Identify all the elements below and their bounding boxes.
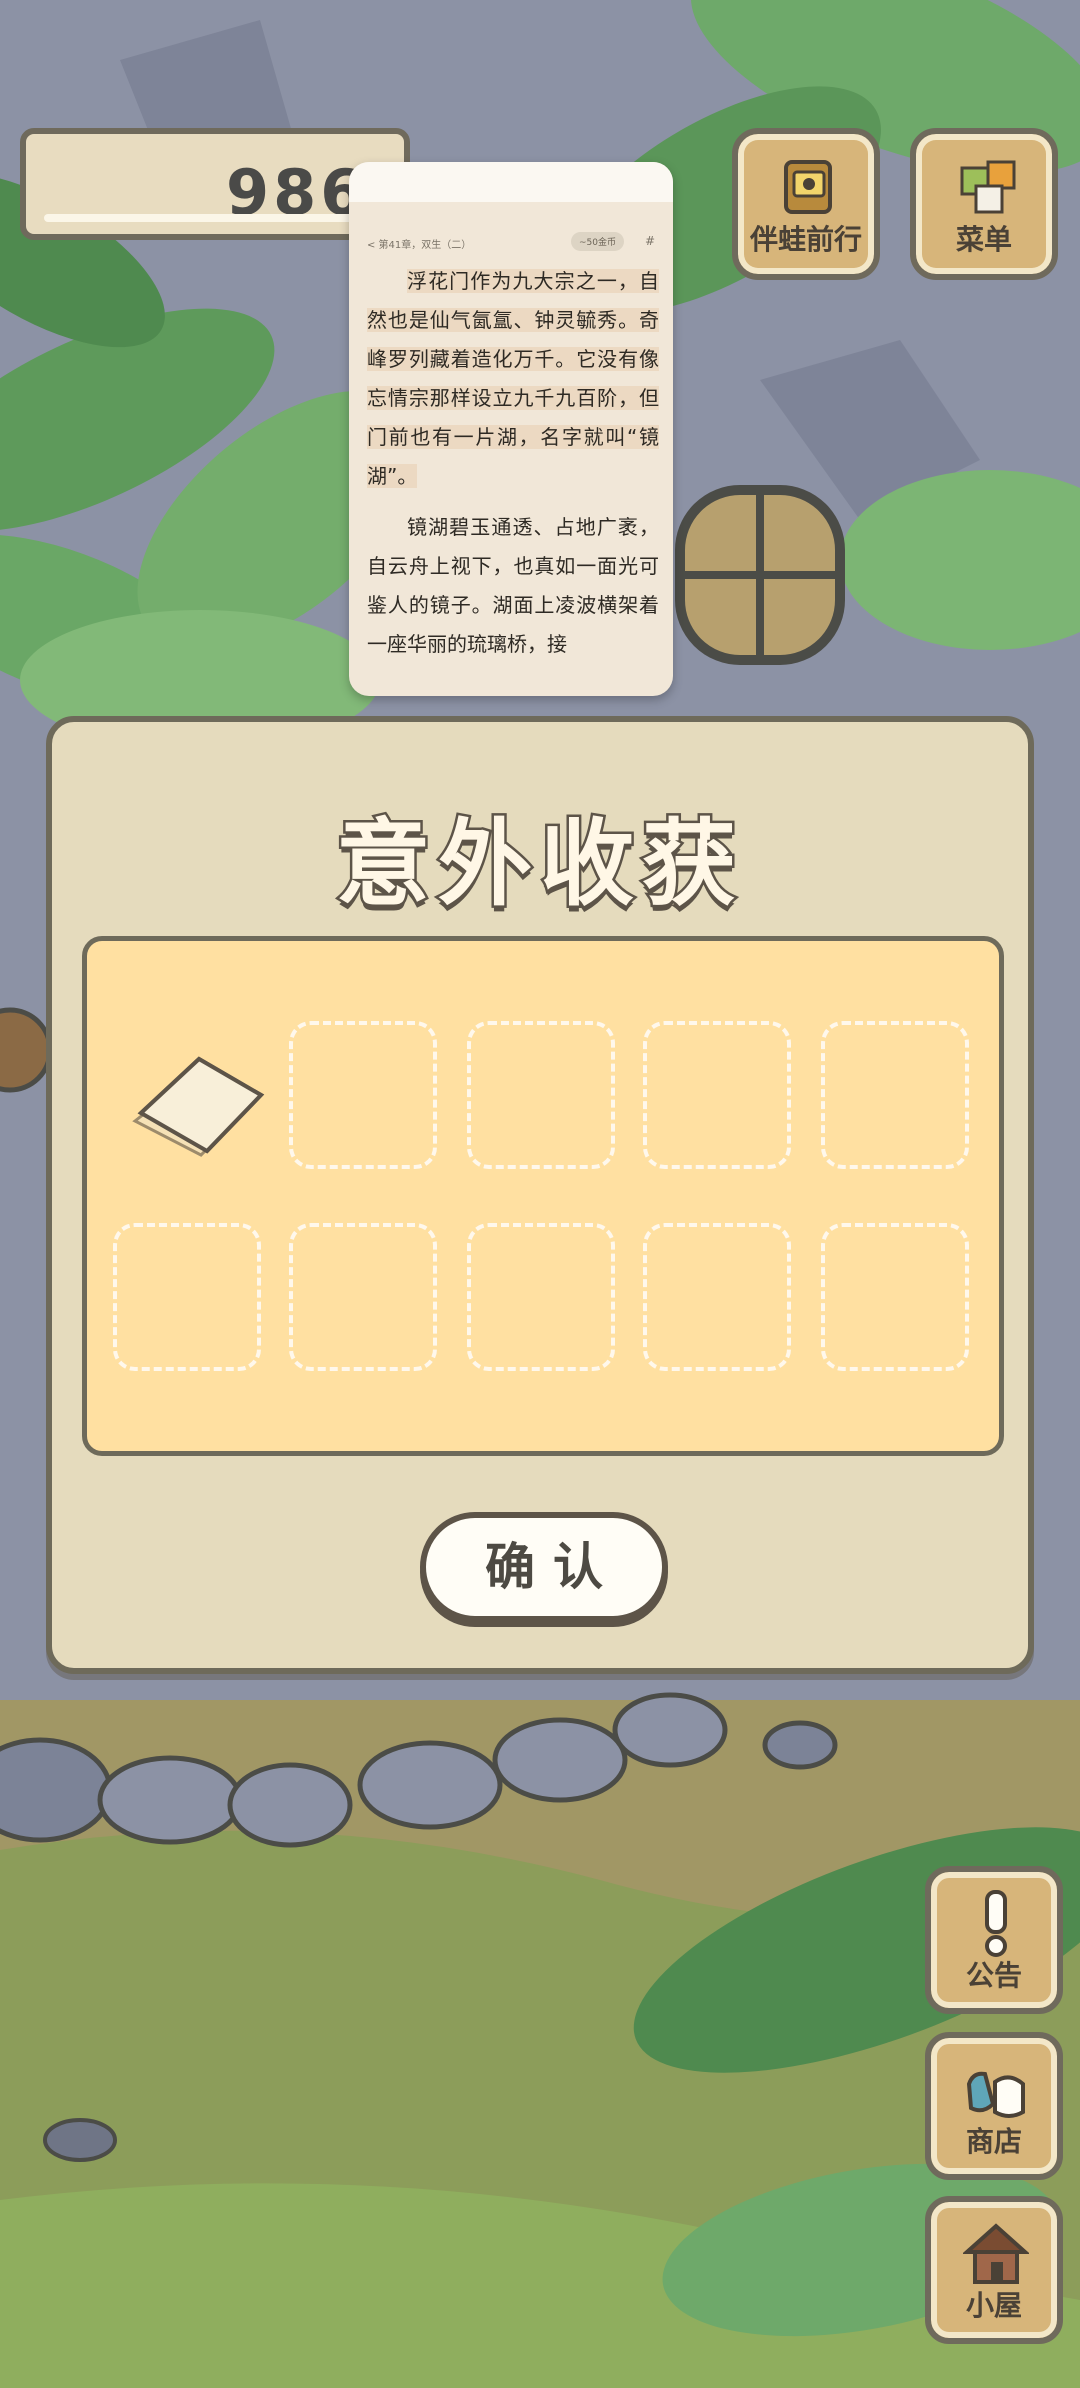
dialog-title: 意外收获 <box>333 808 744 922</box>
empty-slot <box>113 1223 261 1371</box>
empty-slot <box>643 1021 791 1169</box>
menu-icon <box>960 160 1016 214</box>
empty-slot <box>643 1223 791 1371</box>
counter-bar <box>44 214 374 222</box>
shop-bag-icon <box>966 2071 1025 2118</box>
exclamation-icon <box>985 1890 1007 1957</box>
empty-slot <box>467 1223 615 1371</box>
paper-sheet-icon <box>132 1056 265 1157</box>
album-icon <box>784 160 832 214</box>
shop-label: 商店 <box>965 2125 1022 2158</box>
empty-slot <box>821 1223 969 1371</box>
empty-slot <box>289 1021 437 1169</box>
house-button[interactable]: 小屋 <box>925 2196 1063 2344</box>
reader-meta: < 第41章，双生（二） ~50金币 # <box>367 232 659 256</box>
chapter-title[interactable]: < 第41章，双生（二） <box>367 236 471 251</box>
hash-icon[interactable]: # <box>645 234 655 248</box>
house-icon <box>963 2223 1029 2284</box>
reader-paragraph-1: 浮花门作为九大宗之一，自然也是仙气氤氲、钟灵毓秀。奇峰罗列藏着造化万千。它没有像… <box>367 269 659 488</box>
announcement-label: 公告 <box>965 1959 1022 1992</box>
items-grid <box>82 936 1004 1456</box>
reader-header-bar <box>349 162 673 202</box>
item-slot-paper[interactable] <box>87 941 267 1157</box>
travel-with-frog-button[interactable]: 伴蛙前行 <box>732 128 880 280</box>
announcement-button[interactable]: 公告 <box>925 1866 1063 2014</box>
confirm-button[interactable]: 确认 <box>420 1512 668 1622</box>
menu-label: 菜单 <box>955 223 1012 256</box>
shop-button[interactable]: 商店 <box>925 2032 1063 2180</box>
empty-slot <box>821 1021 969 1169</box>
empty-slot <box>467 1021 615 1169</box>
reader-overlay[interactable]: < 第41章，双生（二） ~50金币 # 浮花门作为九大宗之一，自然也是仙气氤氲… <box>349 162 673 696</box>
unexpected-harvest-dialog: 意外收获 确认 <box>46 716 1034 1674</box>
travel-with-frog-label: 伴蛙前行 <box>749 223 862 256</box>
house-label: 小屋 <box>965 2289 1022 2322</box>
empty-slot <box>289 1223 437 1371</box>
reader-body: 浮花门作为九大宗之一，自然也是仙气氤氲、钟灵毓秀。奇峰罗列藏着造化万千。它没有像… <box>367 262 659 676</box>
reward-pill[interactable]: ~50金币 <box>571 232 624 251</box>
reader-paragraph-2: 镜湖碧玉通透、占地广袤，自云舟上视下，也真如一面光可鉴人的镜子。湖面上凌波横架着… <box>367 515 659 656</box>
menu-button[interactable]: 菜单 <box>910 128 1058 280</box>
